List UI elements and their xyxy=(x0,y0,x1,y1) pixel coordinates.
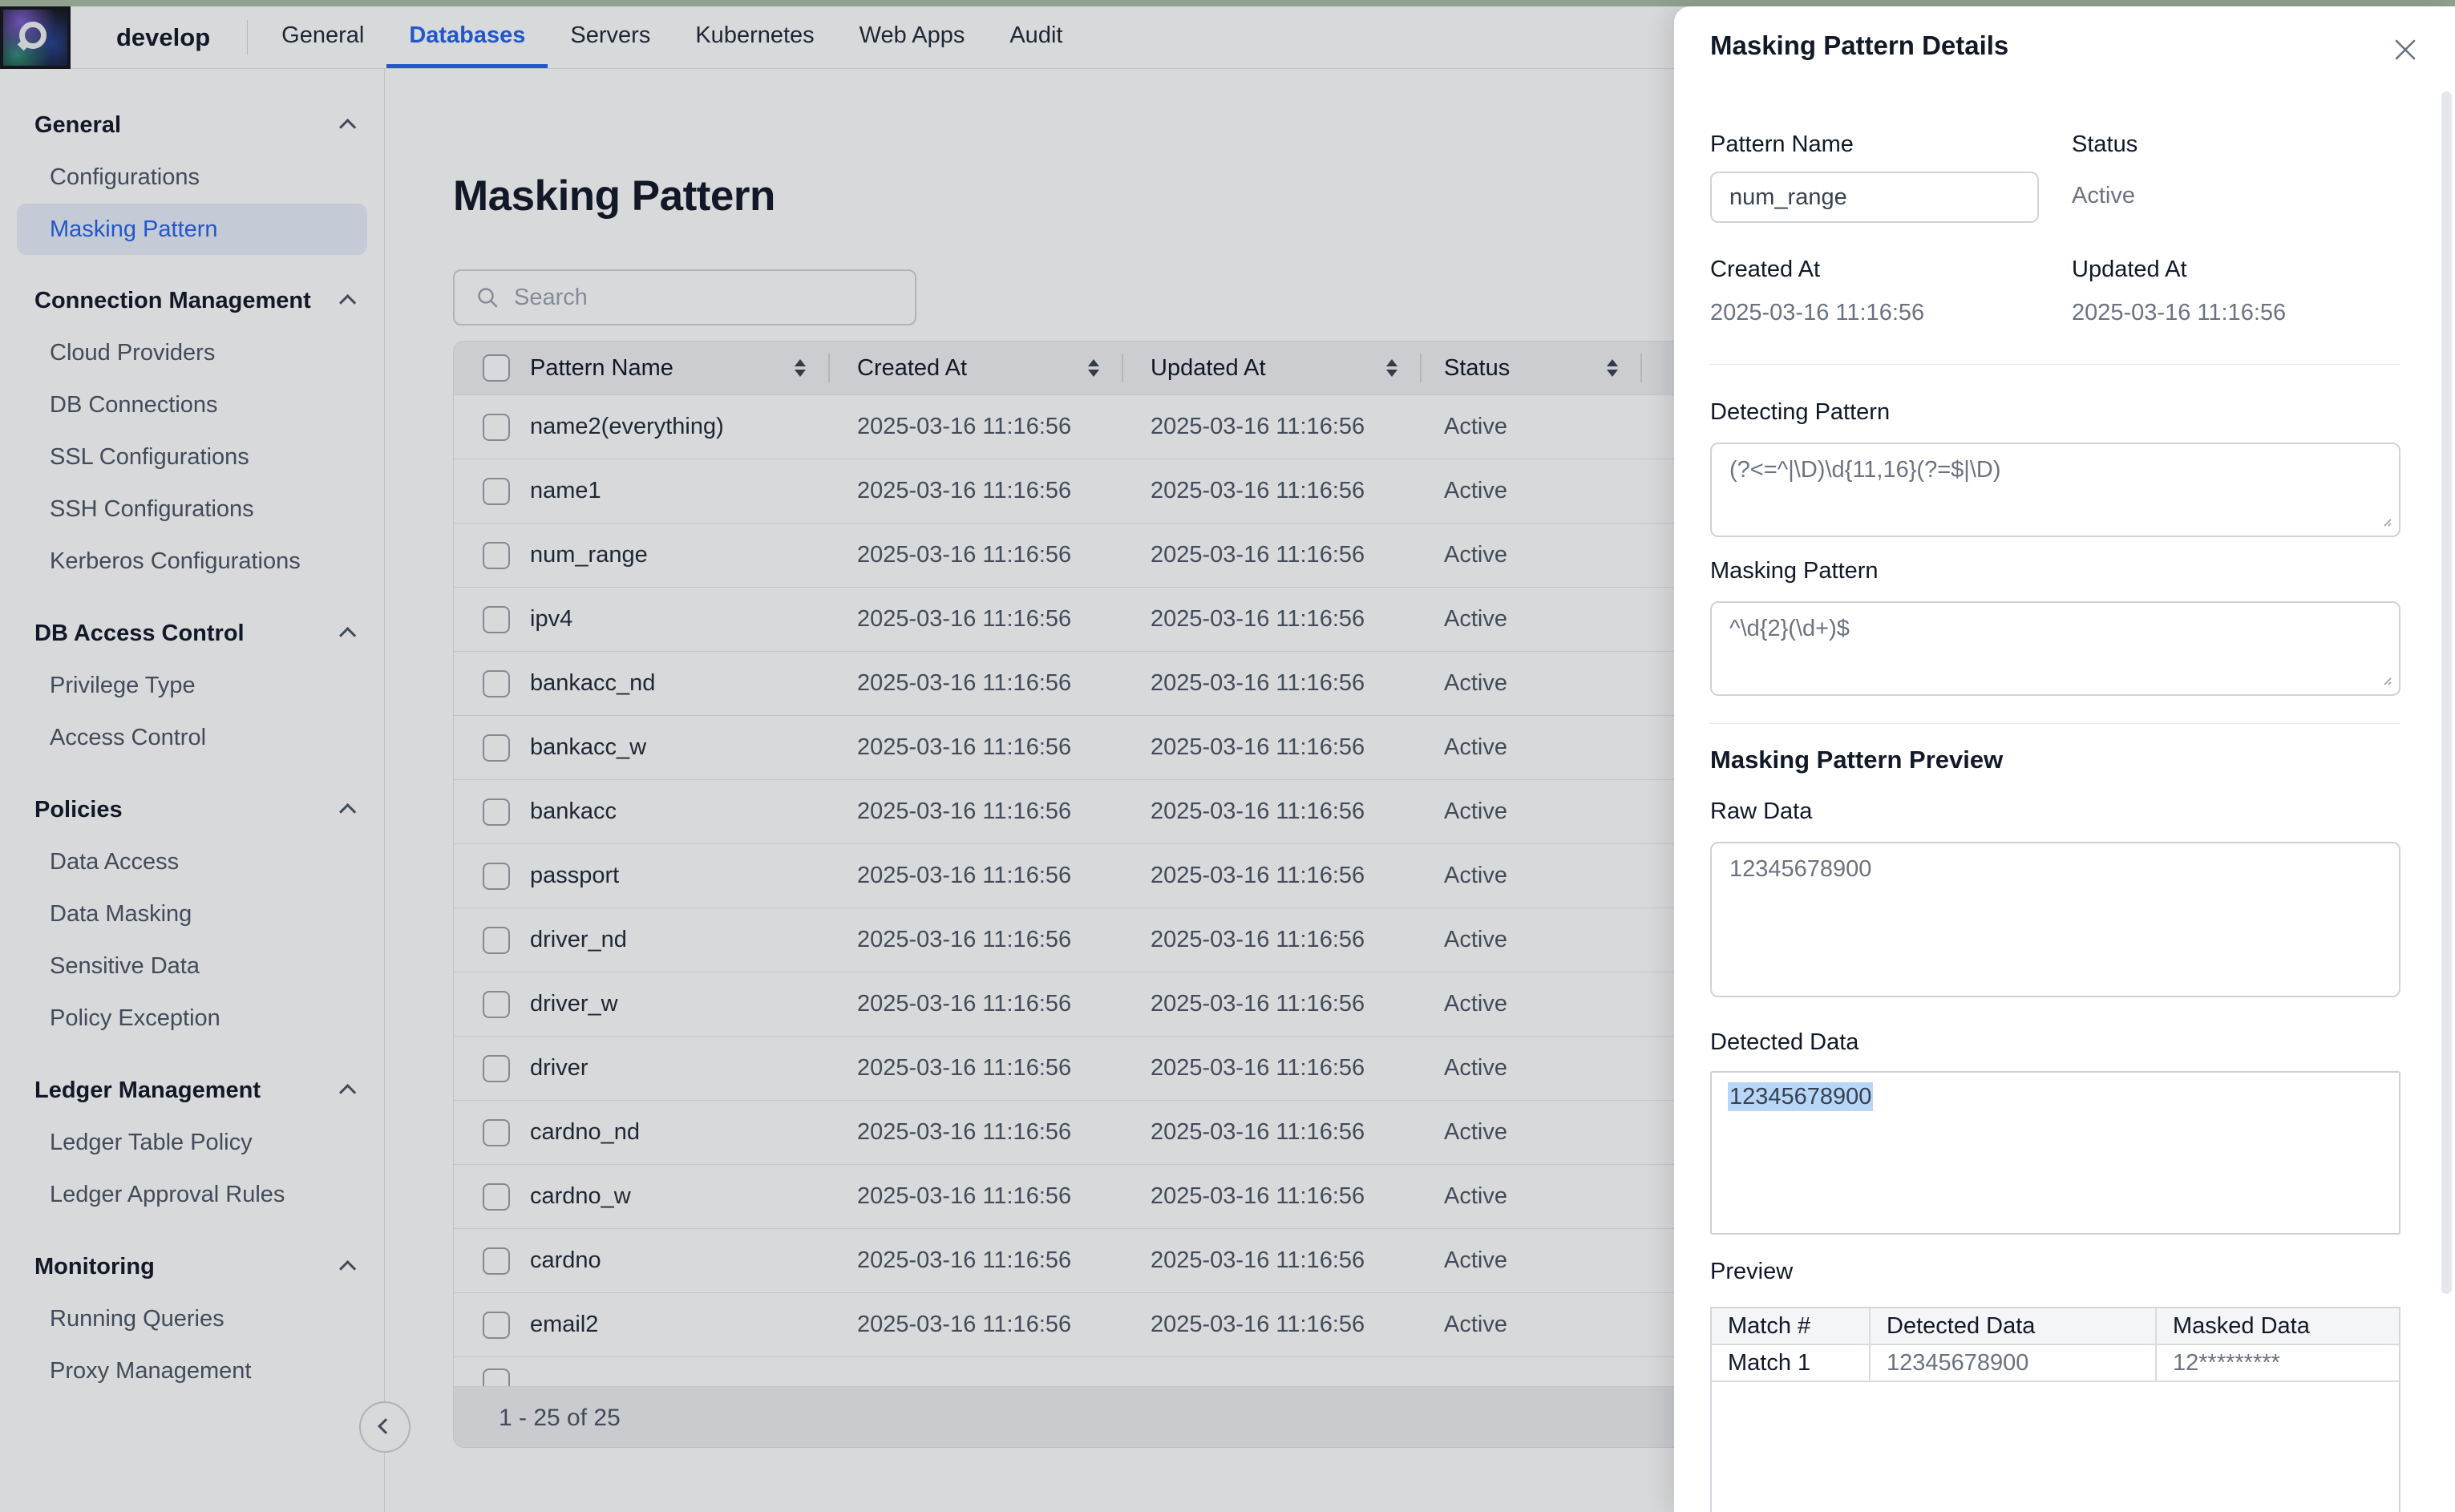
raw-data-label: Raw Data xyxy=(1710,798,1812,825)
pattern-name-input[interactable] xyxy=(1710,172,2039,223)
divider xyxy=(1710,723,2400,724)
created-at-label: Created At xyxy=(1710,257,1820,283)
masking-pattern-details-panel: Masking Pattern Details Pattern Name Sta… xyxy=(1674,6,2455,1512)
preview-cell-masked: 12********* xyxy=(2157,1345,2399,1381)
preview-col-masked: Masked Data xyxy=(2157,1308,2399,1344)
panel-title: Masking Pattern Details xyxy=(1710,30,2008,61)
detected-data-label: Detected Data xyxy=(1710,1029,1858,1056)
detecting-pattern-label: Detecting Pattern xyxy=(1710,399,1890,426)
close-icon xyxy=(2390,34,2421,65)
preview-cell-match: Match 1 xyxy=(1712,1345,1871,1381)
preview-col-detected: Detected Data xyxy=(1871,1308,2157,1344)
pattern-name-label: Pattern Name xyxy=(1710,131,1854,158)
preview-label: Preview xyxy=(1710,1259,1793,1285)
detected-data-box: 12345678900 xyxy=(1710,1071,2400,1235)
status-label: Status xyxy=(2072,131,2138,158)
preview-table-row: Match 1 12345678900 12********* xyxy=(1712,1345,2399,1382)
preview-table: Match # Detected Data Masked Data Match … xyxy=(1710,1307,2400,1512)
updated-at-label: Updated At xyxy=(2072,257,2187,283)
raw-data-textarea[interactable]: 12345678900 xyxy=(1710,842,2400,997)
updated-at-value: 2025-03-16 11:16:56 xyxy=(2072,300,2286,326)
created-at-value: 2025-03-16 11:16:56 xyxy=(1710,300,1924,326)
detecting-pattern-textarea[interactable]: (?<=^|\D)\d{11,16}(?=$|\D) xyxy=(1710,443,2400,537)
preview-cell-detected: 12345678900 xyxy=(1871,1345,2157,1381)
app-root: develop General Databases Servers Kubern… xyxy=(0,0,2455,1512)
masking-pattern-label: Masking Pattern xyxy=(1710,558,1879,584)
masking-pattern-textarea[interactable]: ^\d{2}(\d+)$ xyxy=(1710,601,2400,696)
status-value: Active xyxy=(2072,183,2135,209)
preview-table-header: Match # Detected Data Masked Data xyxy=(1712,1308,2399,1345)
preview-col-match: Match # xyxy=(1712,1308,1871,1344)
masking-pattern-preview-heading: Masking Pattern Preview xyxy=(1710,746,2003,774)
divider xyxy=(1710,364,2400,365)
close-button[interactable] xyxy=(2388,32,2423,67)
panel-scrollbar-thumb[interactable] xyxy=(2441,91,2452,1294)
detected-data-highlight: 12345678900 xyxy=(1728,1082,1873,1111)
